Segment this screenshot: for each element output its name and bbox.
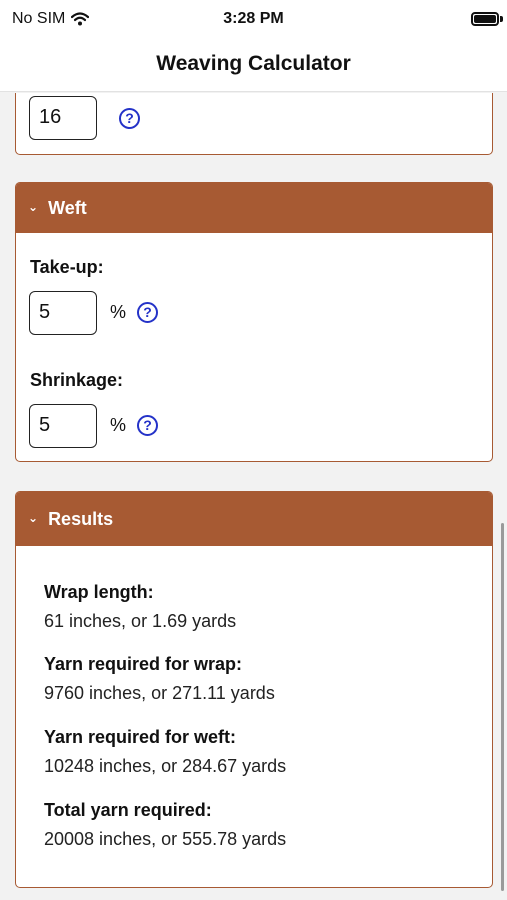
results-card: ⌄ Results Wrap length: 61 inches, or 1.6… — [15, 491, 493, 888]
scroll-indicator[interactable] — [501, 523, 504, 891]
results-header[interactable]: ⌄ Results — [16, 492, 492, 546]
page-title: Weaving Calculator — [156, 52, 351, 75]
result-value: 10248 inches, or 284.67 yards — [44, 756, 287, 776]
shrinkage-unit: % — [110, 415, 127, 435]
warp-count-input[interactable]: 16 — [29, 96, 97, 140]
result-label: Yarn required for wrap: — [44, 654, 243, 674]
battery-icon — [471, 12, 499, 26]
battery-cap — [500, 16, 503, 22]
takeup-input[interactable]: 5 — [29, 291, 97, 335]
shrinkage-label: Shrinkage: — [30, 370, 124, 390]
results-title: Results — [48, 508, 114, 529]
result-label: Total yarn required: — [44, 800, 212, 820]
shrinkage-help-icon[interactable]: ? — [137, 415, 158, 436]
result-label: Wrap length: — [44, 582, 154, 602]
chevron-down-icon: ⌄ — [28, 200, 39, 214]
weft-card: ⌄ Weft Take-up: 5 % ? Shrinkage: 5 % ? — [15, 182, 493, 462]
status-time: 3:28 PM — [223, 10, 284, 27]
takeup-help-icon[interactable]: ? — [137, 302, 158, 323]
weft-title: Weft — [48, 197, 87, 218]
result-value: 20008 inches, or 555.78 yards — [44, 829, 287, 849]
navigation-bar: Weaving Calculator — [0, 40, 507, 92]
status-bar: No SIM 3:28 PM — [0, 0, 507, 40]
shrinkage-input[interactable]: 5 — [29, 404, 97, 448]
result-label: Yarn required for weft: — [44, 727, 237, 747]
takeup-label: Take-up: — [30, 257, 104, 277]
warp-card: 16 ? — [15, 93, 493, 155]
chevron-down-icon: ⌄ — [28, 511, 39, 525]
result-value: 61 inches, or 1.69 yards — [44, 611, 237, 631]
scroll-content[interactable]: 16 ? ⌄ Weft Take-up: 5 % ? Shrinkage: 5 … — [0, 93, 507, 900]
help-icon[interactable]: ? — [119, 108, 140, 129]
weft-header[interactable]: ⌄ Weft — [16, 183, 492, 233]
takeup-unit: % — [110, 302, 127, 322]
result-value: 9760 inches, or 271.11 yards — [44, 683, 275, 703]
